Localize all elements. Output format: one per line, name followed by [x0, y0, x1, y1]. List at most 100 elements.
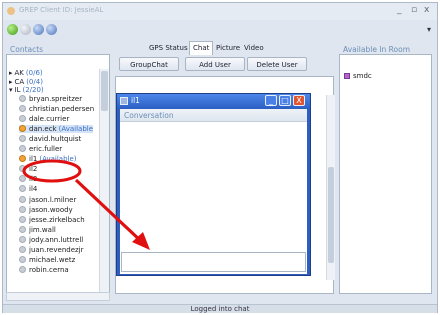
dialog-title-bar[interactable]: il1 _ □ X [117, 94, 310, 108]
contact-item[interactable]: robin.cerna [19, 266, 71, 274]
room-member[interactable]: smdc [344, 72, 372, 80]
groupchat-button[interactable]: GroupChat [119, 57, 179, 71]
dialog-title: il1 [131, 96, 140, 105]
contact-name: dale.currier [29, 114, 70, 123]
user-avatar-icon [19, 185, 26, 193]
contact-status: (Available) [39, 155, 77, 164]
contact-item[interactable]: il3 [19, 175, 39, 183]
toolbar-overflow-icon[interactable]: ▾ [427, 25, 431, 34]
user-avatar-icon [19, 94, 26, 102]
contact-item[interactable]: jason.l.milner [19, 195, 78, 204]
contact-item[interactable]: il2 [19, 165, 39, 173]
contact-name: jason.woody [29, 205, 73, 214]
user-avatar-icon [19, 124, 26, 132]
scroll-thumb[interactable] [328, 167, 334, 263]
add-user-button[interactable]: Add User [185, 57, 245, 71]
user-avatar-icon [19, 104, 26, 112]
conversation-log [120, 122, 307, 249]
minimize-button[interactable]: _ [397, 5, 402, 15]
group-count: (2/20) [22, 86, 44, 94]
user-avatar-icon [19, 134, 26, 142]
user-avatar-icon [19, 235, 26, 243]
dialog-icon [120, 97, 128, 105]
contact-item[interactable]: jody.ann.luttrell [19, 235, 85, 244]
dialog-maximize-button[interactable]: □ [279, 95, 291, 106]
chevron-right-icon[interactable]: ▸ [9, 78, 13, 86]
chevron-down-icon[interactable]: ▾ [9, 86, 13, 94]
contact-item[interactable]: eric.fuller [19, 145, 64, 153]
contact-item[interactable]: dale.currier [19, 114, 71, 123]
toolbar [3, 21, 437, 39]
tab-chat[interactable]: Chat [189, 41, 214, 55]
contact-name: juan.revendezjr [29, 246, 84, 254]
contact-item[interactable]: juan.revendezjr [19, 246, 86, 254]
message-input[interactable] [121, 252, 306, 272]
app-icon [7, 7, 15, 15]
help-icon[interactable] [46, 24, 57, 35]
user-avatar-icon [19, 225, 26, 233]
user-avatar-icon [19, 165, 26, 173]
scroll-thumb[interactable] [101, 71, 108, 111]
user-avatar-icon [19, 266, 26, 274]
chat-button-row: GroupChat Add User Delete User [115, 57, 334, 75]
contact-name: il3 [29, 175, 38, 184]
contacts-scrollbar[interactable] [99, 69, 109, 293]
contact-name: jesse.zirkelbach [29, 215, 85, 224]
conversation-dialog: il1 _ □ X Conversation [116, 93, 311, 276]
group-count: (0/6) [25, 69, 43, 77]
title-bar: GREP Client ID: JessieAL _ ▫ x [3, 3, 437, 20]
close-button[interactable]: x [424, 5, 429, 15]
contact-item[interactable]: bryan.spreitzer [19, 94, 84, 103]
delete-user-button[interactable]: Delete User [247, 57, 307, 71]
settings-icon[interactable] [33, 24, 44, 35]
contact-item[interactable]: michael.wetz [19, 256, 77, 264]
maximize-button[interactable]: ▫ [411, 5, 417, 15]
group-name: AK [14, 69, 24, 77]
user-avatar-icon [19, 155, 26, 163]
user-avatar-icon [19, 246, 26, 253]
contact-name: il2 [29, 165, 38, 174]
contact-status: (Available [58, 124, 94, 133]
contact-item[interactable]: il1 (Available) [19, 155, 77, 163]
contact-item[interactable]: christian.pedersen [19, 104, 96, 113]
contact-item[interactable]: jason.woody [19, 205, 75, 214]
contact-item[interactable]: il4 [19, 185, 39, 193]
contact-group[interactable]: ▸ CA (0/4) [9, 78, 43, 86]
contact-name: robin.cerna [29, 266, 69, 275]
contacts-horizontal-scrollbar[interactable] [6, 292, 110, 301]
contact-name: michael.wetz [29, 256, 76, 265]
chat-scrollbar[interactable] [326, 95, 335, 280]
user-avatar-icon [19, 195, 26, 203]
contact-name: jody.ann.luttrell [29, 235, 84, 244]
status-icon[interactable] [20, 24, 31, 35]
window-title: GREP Client ID: JessieAL [19, 6, 104, 14]
dialog-close-button[interactable]: X [293, 95, 305, 106]
room-member-name: smdc [353, 72, 372, 80]
status-bar: Logged into chat [3, 304, 437, 313]
contact-item[interactable]: jim.wall [19, 225, 58, 234]
dialog-minimize-button[interactable]: _ [265, 95, 277, 106]
contact-name: bryan.spreitzer [29, 94, 83, 103]
contact-group[interactable]: ▾ IL (2/20) [9, 86, 44, 94]
user-avatar-icon [19, 256, 26, 264]
chevron-right-icon[interactable]: ▸ [9, 69, 13, 77]
contacts-panel: ▸ AK (0/6) ▸ CA (0/4) ▾ IL (2/20) bryan.spreitzer… [6, 54, 110, 294]
room-user-icon [344, 73, 350, 79]
contact-name: david.hultquist [29, 134, 82, 143]
room-panel: smdc [339, 54, 432, 294]
user-avatar-icon [19, 175, 26, 183]
contact-item[interactable]: dan.eck (Available [19, 124, 94, 133]
contact-item[interactable]: david.hultquist [19, 134, 83, 143]
user-avatar-icon [19, 114, 26, 122]
contact-name: dan.eck [29, 124, 57, 133]
contact-item[interactable]: jesse.zirkelbach [19, 215, 87, 224]
contact-name: il4 [29, 185, 38, 194]
contact-name: jason.l.milner [29, 195, 77, 204]
connect-icon[interactable] [7, 24, 18, 35]
group-name: CA [14, 77, 25, 86]
group-count: (0/4) [26, 77, 43, 86]
contact-group[interactable]: ▸ AK (0/6) [9, 69, 43, 77]
user-avatar-icon [19, 205, 26, 213]
group-name: IL [14, 86, 21, 94]
contact-name: jim.wall [29, 225, 56, 234]
